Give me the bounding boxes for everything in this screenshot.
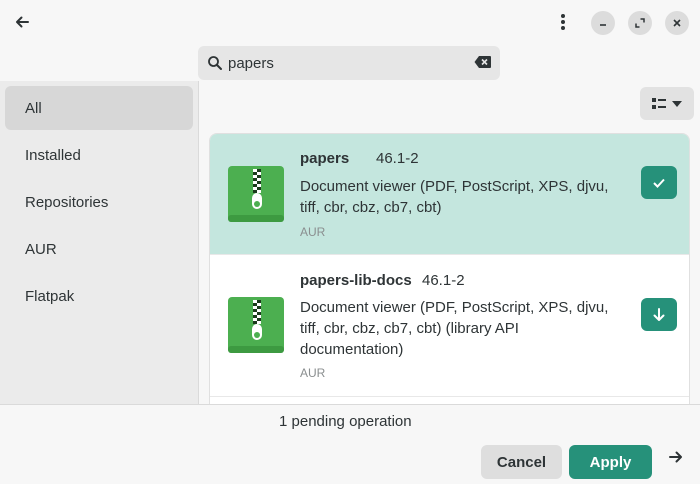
package-list: papers 46.1-2 Document viewer (PDF, Post…	[209, 133, 690, 404]
installed-toggle-button[interactable]	[641, 166, 677, 199]
search-icon	[208, 56, 222, 70]
back-button[interactable]	[8, 8, 36, 36]
archive-zip-icon	[228, 166, 284, 222]
description-line: Document viewer (PDF, PostScript, XPS, d…	[300, 178, 609, 195]
kebab-menu-icon	[561, 14, 565, 30]
description-line: Document viewer (PDF, PostScript, XPS, d…	[300, 299, 609, 316]
sidebar-item-all[interactable]: All	[5, 86, 193, 130]
transaction-bar: 1 pending operation Cancel Apply	[0, 404, 700, 484]
sidebar-item-installed[interactable]: Installed	[5, 133, 193, 177]
sidebar-item-label: AUR	[25, 240, 57, 258]
check-icon	[653, 178, 665, 188]
install-button[interactable]	[641, 298, 677, 331]
apply-button[interactable]: Apply	[569, 445, 652, 479]
sidebar-item-label: All	[25, 99, 42, 117]
package-description: Document viewer (PDF, PostScript, XPS, d…	[300, 176, 630, 218]
list-view-icon	[652, 97, 666, 109]
arrow-right-icon	[669, 451, 682, 463]
description-line: documentation)	[300, 341, 404, 358]
header-bar	[0, 0, 700, 44]
sidebar-item-label: Flatpak	[25, 287, 75, 305]
arrow-left-icon	[16, 16, 29, 28]
sidebar-item-flatpak[interactable]: Flatpak	[5, 274, 193, 318]
main-menu-button[interactable]	[549, 8, 577, 36]
view-mode-button[interactable]	[640, 87, 694, 120]
description-line: tiff, cbr, cbz, cb7, cbt)	[300, 199, 442, 216]
package-repo: AUR	[300, 366, 326, 380]
chevron-down-icon	[672, 100, 682, 107]
package-row-papers-lib-docs[interactable]: papers-lib-docs 46.1-2 Document viewer (…	[210, 254, 689, 396]
clear-search-button[interactable]	[474, 55, 492, 69]
package-version: 46.1-2	[376, 150, 419, 167]
sidebar-item-label: Installed	[25, 146, 81, 164]
download-icon	[653, 307, 665, 321]
sidebar: All Installed Repositories AUR Flatpak	[0, 81, 199, 404]
search-bar[interactable]	[198, 46, 500, 80]
package-version: 46.1-2	[422, 272, 465, 289]
sidebar-item-aur[interactable]: AUR	[5, 227, 193, 271]
package-name: papers-lib-docs	[300, 272, 412, 289]
close-icon	[673, 19, 681, 27]
main-content: papers 46.1-2 Document viewer (PDF, Post…	[200, 81, 700, 404]
pending-operations-label: 1 pending operation	[279, 413, 412, 430]
package-description: Document viewer (PDF, PostScript, XPS, d…	[300, 297, 630, 360]
package-row-papers[interactable]: papers 46.1-2 Document viewer (PDF, Post…	[210, 134, 689, 254]
package-repo: AUR	[300, 225, 326, 239]
minimize-button[interactable]	[591, 11, 615, 35]
cancel-button[interactable]: Cancel	[481, 445, 562, 479]
backspace-clear-icon	[474, 56, 491, 68]
maximize-button[interactable]	[628, 11, 652, 35]
details-forward-button[interactable]	[664, 445, 688, 469]
sidebar-item-repositories[interactable]: Repositories	[5, 180, 193, 224]
package-name: papers	[300, 150, 350, 167]
sidebar-item-label: Repositories	[25, 193, 109, 211]
close-button[interactable]	[665, 11, 689, 35]
maximize-icon	[635, 18, 645, 28]
package-row-partial[interactable]	[210, 396, 689, 404]
description-line: tiff, cbr, cbz, cb7, cbt) (library API	[300, 320, 519, 337]
minimize-icon	[600, 24, 606, 26]
search-input[interactable]	[228, 46, 468, 80]
archive-zip-icon	[228, 297, 284, 353]
